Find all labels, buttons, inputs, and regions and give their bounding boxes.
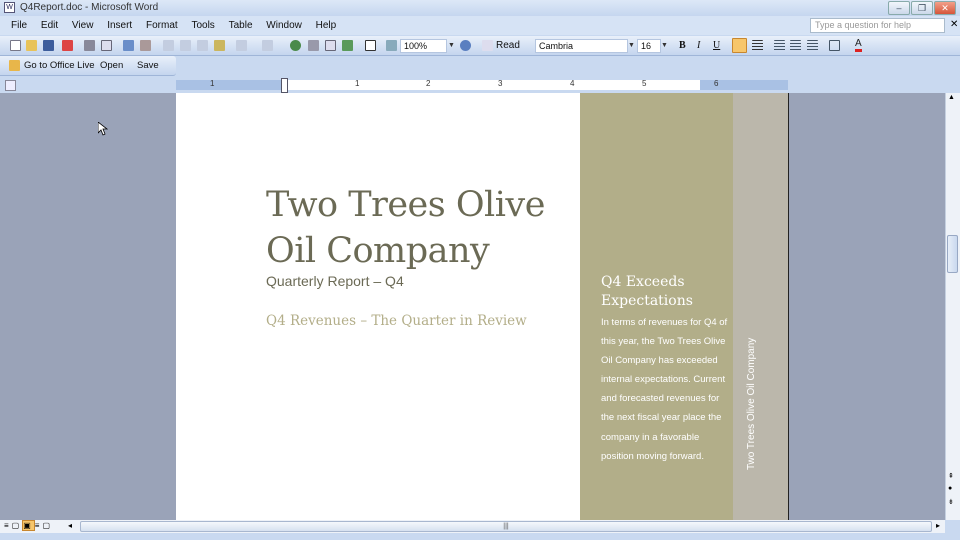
word-app-icon[interactable]: W	[4, 2, 15, 13]
hyperlink-icon[interactable]	[290, 40, 301, 51]
ruler-number: 3	[498, 79, 503, 88]
mouse-cursor-icon	[98, 122, 108, 136]
border-icon[interactable]	[829, 40, 840, 51]
previous-page-icon[interactable]: ⇞	[948, 472, 954, 480]
numbering-icon[interactable]	[774, 40, 785, 51]
print-preview-icon[interactable]	[101, 40, 112, 51]
spelling-icon[interactable]	[123, 40, 134, 51]
ruler-number: 5	[642, 79, 647, 88]
sidebar-strip	[733, 93, 788, 520]
ruler-number: 4	[570, 79, 575, 88]
font-dropdown-icon[interactable]: ▼	[627, 39, 636, 53]
window-title: Q4Report.doc - Microsoft Word	[20, 2, 159, 13]
cut-icon[interactable]	[163, 40, 174, 51]
vertical-scrollbar[interactable]	[945, 93, 960, 520]
help-icon[interactable]	[460, 40, 471, 51]
open-button[interactable]: Open	[100, 59, 123, 73]
select-browse-object-icon[interactable]: ●	[948, 485, 952, 492]
copy-icon[interactable]	[180, 40, 191, 51]
close-button[interactable]: ✕	[934, 1, 956, 15]
paste-icon[interactable]	[197, 40, 208, 51]
document-title[interactable]: Two Trees Olive Oil Company	[266, 182, 576, 274]
office-live-icon	[9, 60, 20, 71]
open-icon[interactable]	[26, 40, 37, 51]
vertical-scroll-thumb[interactable]	[947, 235, 958, 273]
underline-button[interactable]: U	[713, 39, 720, 53]
document-map-icon[interactable]	[386, 40, 397, 51]
ruler-margin-left	[176, 80, 284, 90]
ruler-number: 1	[355, 79, 360, 88]
menu-file[interactable]: File	[11, 20, 27, 31]
office-live-toolbar: Go to Office Live Open Save	[0, 56, 176, 76]
next-page-icon[interactable]: ⇟	[948, 498, 954, 506]
scroll-left-icon[interactable]: ◂	[68, 521, 72, 530]
drawing-icon[interactable]	[365, 40, 376, 51]
scroll-right-icon[interactable]: ▸	[936, 521, 940, 530]
permission-icon[interactable]	[62, 40, 73, 51]
print-layout-view-button[interactable]: ▣	[22, 520, 35, 531]
go-to-office-live-button[interactable]: Go to Office Live	[24, 59, 95, 73]
redo-icon[interactable]	[262, 40, 273, 51]
increase-indent-icon[interactable]	[807, 40, 818, 51]
help-search-input[interactable]: Type a question for help	[810, 18, 945, 33]
research-icon[interactable]	[140, 40, 151, 51]
insert-table-icon[interactable]	[325, 40, 336, 51]
menu-window[interactable]: Window	[266, 20, 302, 31]
menu-table[interactable]: Table	[229, 20, 253, 31]
close-document-icon[interactable]: ✕	[950, 19, 958, 30]
font-color-button[interactable]: A	[855, 39, 862, 52]
menu-format[interactable]: Format	[146, 20, 178, 31]
font-size-select[interactable]: 16	[637, 39, 661, 53]
menu-edit[interactable]: Edit	[41, 20, 58, 31]
read-icon	[482, 40, 493, 51]
standard-toolbar: 100% ▼ Read Cambria ▼ 16 ▼ B I U A	[0, 36, 960, 56]
restore-button[interactable]: ❐	[911, 1, 933, 15]
italic-button[interactable]: I	[697, 39, 700, 53]
center-icon[interactable]	[752, 40, 763, 51]
tab-selector[interactable]	[5, 80, 16, 91]
menu-view[interactable]: View	[72, 20, 94, 31]
print-icon[interactable]	[84, 40, 95, 51]
ruler-number: 2	[426, 79, 431, 88]
section-heading[interactable]: Q4 Revenues – The Quarter in Review	[266, 313, 527, 329]
save-icon[interactable]	[43, 40, 54, 51]
menu-insert[interactable]: Insert	[107, 20, 132, 31]
undo-icon[interactable]	[236, 40, 247, 51]
font-size-dropdown-icon[interactable]: ▼	[660, 39, 669, 53]
insert-excel-icon[interactable]	[342, 40, 353, 51]
horizontal-scroll-thumb[interactable]: |||	[80, 521, 932, 532]
bold-button[interactable]: B	[679, 39, 686, 53]
new-icon[interactable]	[10, 40, 21, 51]
scroll-up-icon[interactable]: ▲	[948, 94, 955, 101]
vertical-company-name[interactable]: Two Trees Olive Oil Company	[746, 338, 757, 470]
menu-tools[interactable]: Tools	[191, 20, 214, 31]
format-painter-icon[interactable]	[214, 40, 225, 51]
view-buttons[interactable]: ≡▢▣≡▢	[4, 520, 53, 531]
ruler-number: 6	[714, 79, 719, 88]
sidebar-body[interactable]: In terms of revenues for Q4 of this year…	[601, 313, 729, 466]
minimize-button[interactable]: –	[888, 1, 910, 15]
save-button[interactable]: Save	[137, 59, 159, 73]
zoom-dropdown-icon[interactable]: ▼	[447, 39, 456, 53]
tables-borders-icon[interactable]	[308, 40, 319, 51]
menu-help[interactable]: Help	[316, 20, 337, 31]
indent-marker[interactable]	[281, 78, 288, 93]
sidebar-heading[interactable]: Q4 Exceeds Expectations	[601, 273, 726, 311]
align-left-icon[interactable]	[732, 38, 747, 53]
title-bar: W Q4Report.doc - Microsoft Word – ❐ ✕	[0, 0, 960, 16]
drawing-toolbar	[0, 533, 960, 540]
read-button[interactable]: Read	[496, 39, 520, 53]
zoom-select[interactable]: 100%	[400, 39, 447, 53]
bullets-icon[interactable]	[790, 40, 801, 51]
font-name-select[interactable]: Cambria	[535, 39, 628, 53]
ruler-number: 1	[210, 79, 215, 88]
document-subtitle[interactable]: Quarterly Report – Q4	[266, 273, 404, 289]
